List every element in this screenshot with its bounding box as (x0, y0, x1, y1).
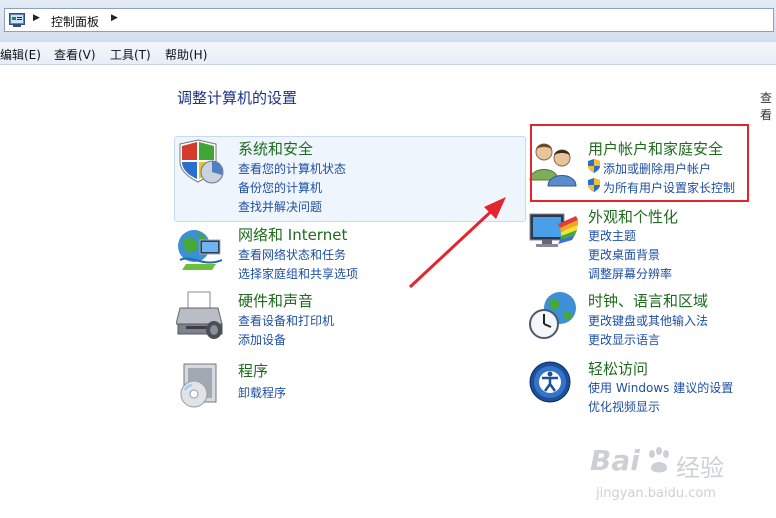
control-panel-icon (9, 13, 25, 27)
category-title[interactable]: 轻松访问 (588, 358, 648, 379)
category-hardware-sound[interactable]: 硬件和声音 查看设备和打印机 添加设备 (176, 290, 516, 350)
paw-icon (649, 447, 669, 473)
system-security-shield-icon (179, 139, 224, 184)
link-view-computer-status[interactable]: 查看您的计算机状态 (238, 160, 346, 177)
page-title: 调整计算机的设置 (177, 89, 298, 107)
breadcrumb-control-panel[interactable]: 控制面板 (51, 13, 99, 30)
breadcrumb-arrow-icon[interactable]: ▶ (111, 13, 118, 23)
link-backup-computer[interactable]: 备份您的计算机 (238, 179, 322, 196)
view-by-label[interactable]: 查看 (760, 89, 776, 123)
link-homegroup-sharing[interactable]: 选择家庭组和共享选项 (238, 265, 358, 282)
category-title[interactable]: 网络和 Internet (238, 224, 347, 245)
link-troubleshoot[interactable]: 查找并解决问题 (238, 198, 322, 215)
menu-tools[interactable]: 工具(T) (110, 46, 151, 63)
category-title[interactable]: 程序 (238, 360, 268, 381)
link-devices-printers[interactable]: 查看设备和打印机 (238, 312, 334, 329)
link-network-status[interactable]: 查看网络状态和任务 (238, 246, 346, 263)
category-appearance[interactable]: 外观和个性化 更改主题 更改桌面背景 调整屏幕分辨率 (528, 206, 768, 281)
appearance-monitor-icon (529, 213, 578, 247)
category-clock-language[interactable]: 时钟、语言和区域 更改键盘或其他输入法 更改显示语言 (528, 290, 768, 350)
annotation-highlight-box (530, 124, 749, 202)
category-title[interactable]: 硬件和声音 (238, 290, 313, 311)
category-programs[interactable]: 程序 卸载程序 (176, 360, 516, 410)
menu-edit[interactable]: 编辑(E) (0, 46, 41, 63)
address-bar: ▶ 控制面板 ▶ (0, 0, 776, 43)
link-change-background[interactable]: 更改桌面背景 (588, 246, 660, 263)
menu-help[interactable]: 帮助(H) (165, 46, 207, 63)
address-box[interactable]: ▶ 控制面板 ▶ (4, 8, 774, 32)
category-ease-of-access[interactable]: 轻松访问 使用 Windows 建议的设置 优化视频显示 (528, 358, 768, 418)
clock-globe-icon (529, 292, 576, 339)
watermark-url: jingyan.baidu.com (596, 486, 716, 501)
link-recommended-settings[interactable]: 使用 Windows 建议的设置 (588, 379, 733, 396)
link-change-theme[interactable]: 更改主题 (588, 227, 636, 244)
breadcrumb-arrow-icon[interactable]: ▶ (33, 13, 40, 23)
link-change-keyboard[interactable]: 更改键盘或其他输入法 (588, 312, 708, 329)
watermark-brand: Bai (590, 444, 640, 477)
link-optimize-display[interactable]: 优化视频显示 (588, 398, 660, 415)
baidu-watermark: Bai 经验 jingyan.baidu.com (590, 440, 760, 510)
link-change-display-language[interactable]: 更改显示语言 (588, 331, 660, 348)
link-uninstall-program[interactable]: 卸载程序 (238, 384, 286, 401)
link-screen-resolution[interactable]: 调整屏幕分辨率 (588, 265, 672, 282)
ease-of-access-icon (529, 361, 571, 403)
category-title[interactable]: 时钟、语言和区域 (588, 290, 708, 311)
printer-icon (176, 291, 223, 339)
watermark-brand-cn: 经验 (676, 454, 724, 482)
annotation-arrow-icon (408, 197, 506, 289)
category-title[interactable]: 外观和个性化 (588, 206, 678, 227)
menu-view[interactable]: 查看(V) (54, 46, 96, 63)
network-globe-icon (178, 230, 223, 270)
category-title[interactable]: 系统和安全 (238, 138, 313, 159)
programs-box-icon (180, 363, 217, 408)
link-add-device[interactable]: 添加设备 (238, 331, 286, 348)
menu-bar: 编辑(E) 查看(V) 工具(T) 帮助(H) (0, 42, 776, 65)
